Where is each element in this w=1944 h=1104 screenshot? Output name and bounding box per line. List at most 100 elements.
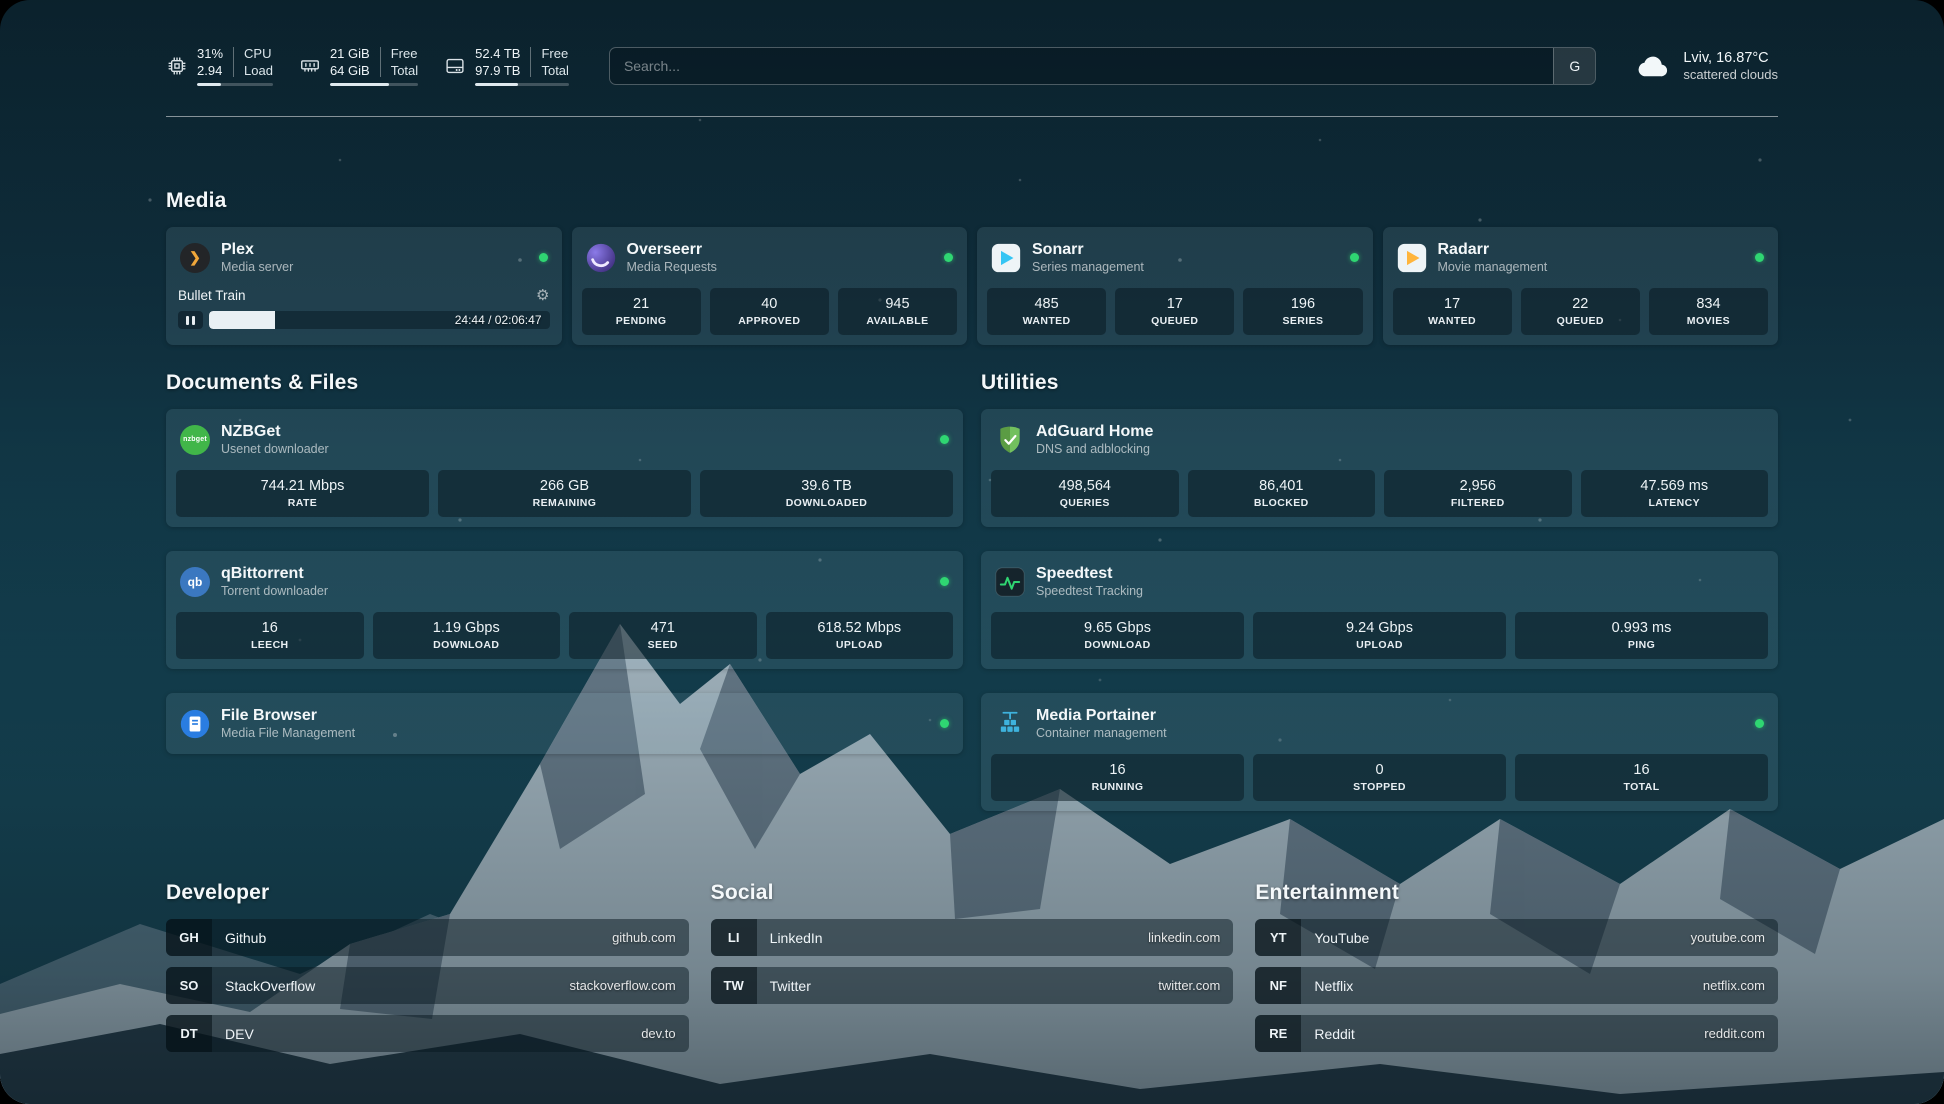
stat-label: RUNNING <box>1092 781 1144 793</box>
service-card-overseerr[interactable]: Overseerr Media Requests 21PENDING 40APP… <box>572 227 968 345</box>
bookmark-stackoverflow[interactable]: SO StackOverflow stackoverflow.com <box>166 967 689 1004</box>
service-name: AdGuard Home <box>1036 422 1153 441</box>
stat-label: FILTERED <box>1451 497 1505 509</box>
stat-label: DOWNLOAD <box>433 639 499 651</box>
disk-total-label: Total <box>541 63 568 78</box>
stat-label: DOWNLOAD <box>1084 639 1150 651</box>
stat-latency: 47.569 msLATENCY <box>1581 470 1769 517</box>
nzbget-glyph: nzbget <box>183 436 207 443</box>
stat-value: 17 <box>1444 296 1460 312</box>
stat-value: 471 <box>651 620 675 636</box>
stat-value: 21 <box>633 296 649 312</box>
disk-metric-body: 52.4 TB 97.9 TB Free Total <box>475 46 569 86</box>
stat-label: REMAINING <box>533 497 597 509</box>
cloud-icon <box>1634 47 1672 85</box>
service-stats: 485WANTED 17QUEUED 196SERIES <box>977 288 1373 345</box>
service-name: Plex <box>221 240 293 259</box>
service-description: Media Requests <box>627 260 717 275</box>
section-title-documents: Documents & Files <box>166 371 963 395</box>
nzbget-icon: nzbget <box>180 425 210 455</box>
bookmark-domain: reddit.com <box>1704 1026 1778 1041</box>
card-header: AdGuard Home DNS and adblocking <box>981 409 1778 470</box>
plex-glyph: ❯ <box>189 249 201 266</box>
stat-value: 16 <box>1109 762 1125 778</box>
disk-free-label: Free <box>541 46 568 61</box>
service-card-radarr[interactable]: Radarr Movie management 17WANTED 22QUEUE… <box>1383 227 1779 345</box>
adguard-icon <box>995 425 1025 455</box>
pause-button[interactable] <box>178 311 203 329</box>
section-title-utilities: Utilities <box>981 371 1778 395</box>
service-card-qbittorrent[interactable]: qb qBittorrent Torrent downloader 16LEEC… <box>166 551 963 669</box>
stat-value: 834 <box>1696 296 1720 312</box>
bookmark-abbr: LI <box>711 919 757 956</box>
bookmark-dev[interactable]: DT DEV dev.to <box>166 1015 689 1052</box>
bookmark-domain: github.com <box>612 930 689 945</box>
stat-label: PENDING <box>616 315 667 327</box>
gear-icon[interactable]: ⚙ <box>536 288 549 303</box>
bookmark-youtube[interactable]: YT YouTube youtube.com <box>1255 919 1778 956</box>
bookmark-github[interactable]: GH Github github.com <box>166 919 689 956</box>
stat-label: DOWNLOADED <box>786 497 868 509</box>
service-description: Series management <box>1032 260 1144 275</box>
stat-value: 945 <box>885 296 909 312</box>
service-name: Overseerr <box>627 240 717 259</box>
stat-label: TOTAL <box>1623 781 1659 793</box>
bookmark-domain: linkedin.com <box>1148 930 1233 945</box>
service-description: Speedtest Tracking <box>1036 584 1143 599</box>
stat-movies: 834MOVIES <box>1649 288 1768 335</box>
memory-metric: 21 GiB 64 GiB Free Total <box>299 46 418 86</box>
bookmark-name: YouTube <box>1301 930 1369 946</box>
card-header: Speedtest Speedtest Tracking <box>981 551 1778 612</box>
service-card-portainer[interactable]: Media Portainer Container management 16R… <box>981 693 1778 811</box>
service-description: DNS and adblocking <box>1036 442 1153 457</box>
service-card-sonarr[interactable]: Sonarr Series management 485WANTED 17QUE… <box>977 227 1373 345</box>
stat-label: QUEUED <box>1151 315 1198 327</box>
section-documents: Documents & Files nzbget NZBGet Usenet d… <box>166 371 963 811</box>
stat-queued: 22QUEUED <box>1521 288 1640 335</box>
search-input[interactable] <box>610 48 1553 84</box>
memory-icon <box>299 55 321 77</box>
service-card-nzbget[interactable]: nzbget NZBGet Usenet downloader 744.21 M… <box>166 409 963 527</box>
bookmark-reddit[interactable]: RE Reddit reddit.com <box>1255 1015 1778 1052</box>
bookmark-domain: dev.to <box>641 1026 688 1041</box>
overseerr-icon <box>586 243 616 273</box>
bookmark-twitter[interactable]: TW Twitter twitter.com <box>711 967 1234 1004</box>
bookmark-name: Twitter <box>757 978 811 994</box>
status-online-dot <box>1755 719 1764 728</box>
bookmark-linkedin[interactable]: LI LinkedIn linkedin.com <box>711 919 1234 956</box>
bookmark-group-title: Developer <box>166 881 689 905</box>
status-online-dot <box>1350 253 1359 262</box>
stat-rate: 744.21 MbpsRATE <box>176 470 429 517</box>
bookmark-group-social: Social LI LinkedIn linkedin.com TW Twitt… <box>711 881 1234 1052</box>
cpu-metric: 31% 2.94 CPU Load <box>166 46 273 86</box>
status-online-dot <box>539 253 548 262</box>
service-description: Usenet downloader <box>221 442 329 457</box>
bookmark-name: Github <box>212 930 266 946</box>
qbittorrent-glyph: qb <box>188 575 203 589</box>
service-card-filebrowser[interactable]: File Browser Media File Management <box>166 693 963 754</box>
bookmark-netflix[interactable]: NF Netflix netflix.com <box>1255 967 1778 1004</box>
bookmark-domain: youtube.com <box>1691 930 1778 945</box>
service-stats: 17WANTED 22QUEUED 834MOVIES <box>1383 288 1779 345</box>
service-card-plex[interactable]: ❯ Plex Media server Bullet Train ⚙ <box>166 227 562 345</box>
service-description: Container management <box>1036 726 1167 741</box>
bookmark-name: Netflix <box>1301 978 1353 994</box>
card-header: Radarr Movie management <box>1383 227 1779 288</box>
stat-label: QUERIES <box>1060 497 1110 509</box>
service-card-adguard[interactable]: AdGuard Home DNS and adblocking 498,564Q… <box>981 409 1778 527</box>
section-media: Media ❯ Plex Media server Bullet Tr <box>166 189 1778 345</box>
service-card-speedtest[interactable]: Speedtest Speedtest Tracking 9.65 GbpsDO… <box>981 551 1778 669</box>
bookmark-domain: stackoverflow.com <box>569 978 688 993</box>
metric-divider <box>530 47 531 77</box>
playback-progress-track: 24:44 / 02:06:47 <box>209 311 550 329</box>
stat-label: LEECH <box>251 639 289 651</box>
stat-label: AVAILABLE <box>866 315 928 327</box>
cpu-load-label: Load <box>244 63 273 78</box>
search-provider-button[interactable]: G <box>1553 48 1595 84</box>
service-stats: 498,564QUERIES 86,401BLOCKED 2,956FILTER… <box>981 470 1778 527</box>
status-online-dot <box>940 435 949 444</box>
dashboard-window: 31% 2.94 CPU Load <box>0 0 1944 1104</box>
memory-total-label: Total <box>391 63 418 78</box>
stat-stopped: 0STOPPED <box>1253 754 1506 801</box>
memory-free-value: 21 GiB <box>330 46 370 61</box>
